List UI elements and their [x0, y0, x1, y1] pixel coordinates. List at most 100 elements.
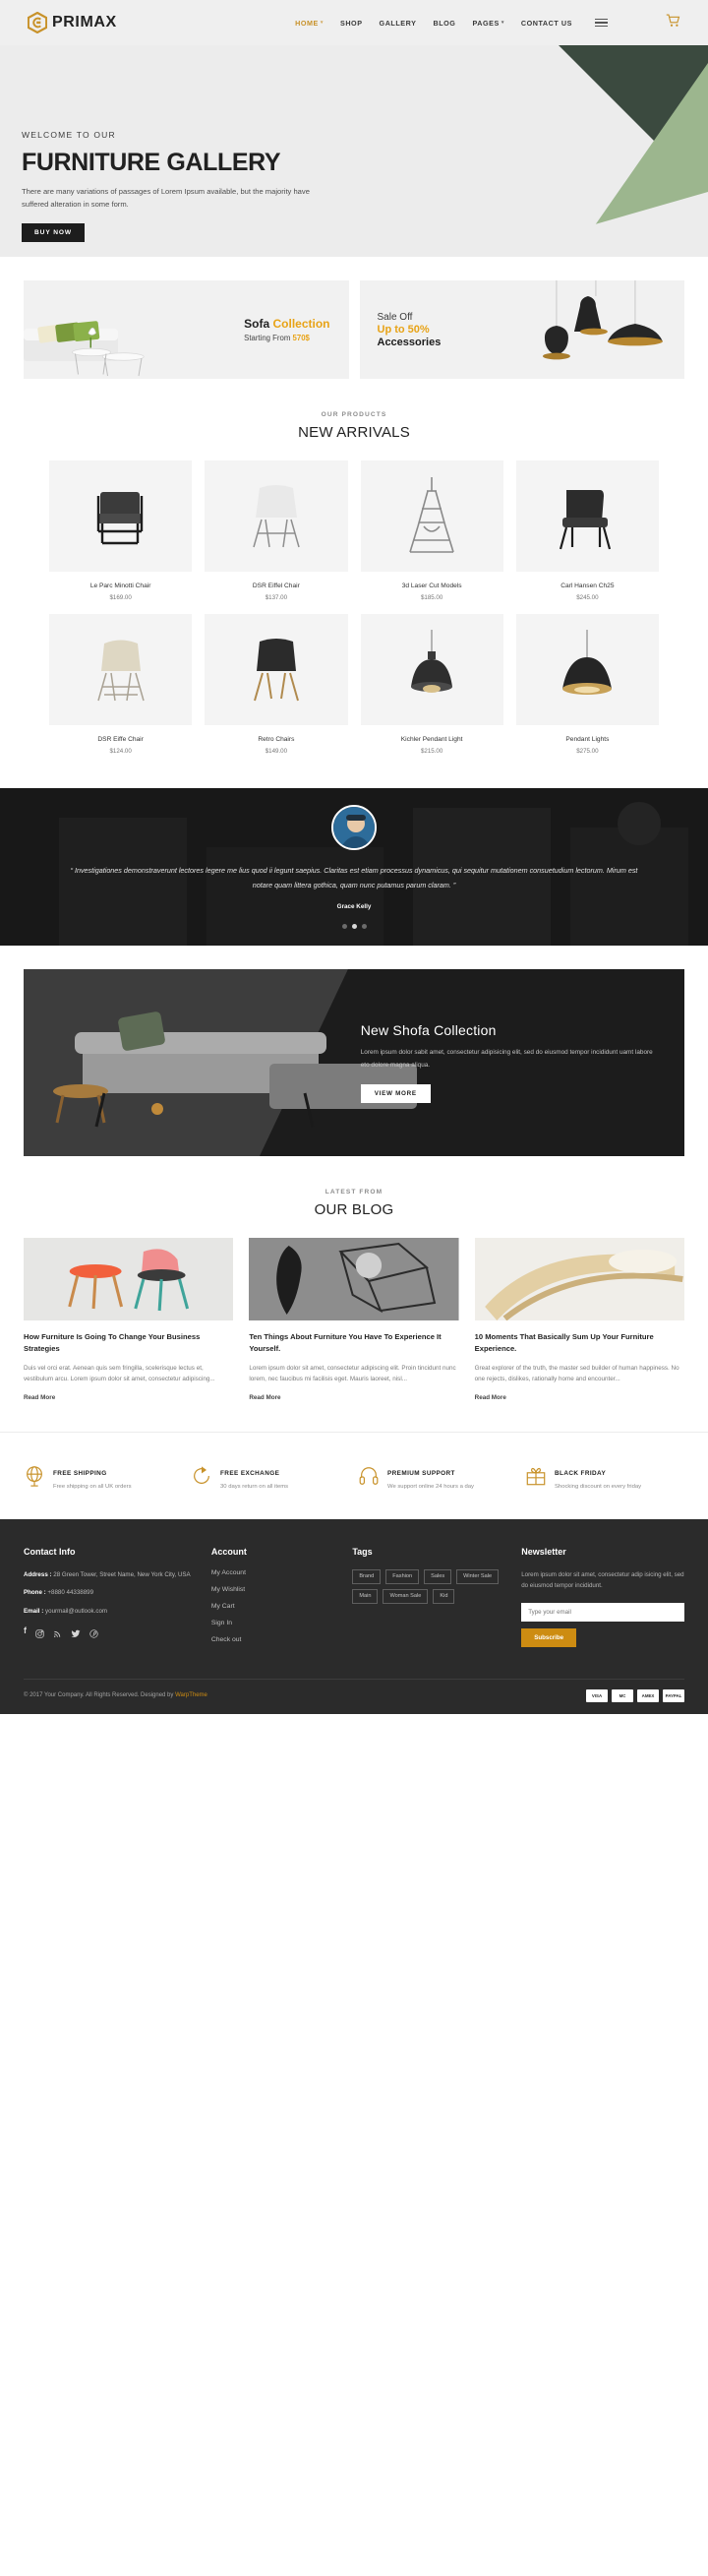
product-price: $169.00	[109, 594, 132, 601]
lounge-chair-black-icon	[560, 489, 612, 549]
promo-sub-text: Starting From	[244, 334, 291, 342]
feature-title: BLACK FRIDAY	[555, 1469, 607, 1477]
chevron-down-icon: ▾	[501, 20, 504, 26]
promo-sub-accent: 570$	[292, 334, 310, 342]
nav-item-blog[interactable]: BLOG	[433, 19, 455, 28]
nav-item-contact-us[interactable]: CONTACT US	[521, 19, 572, 28]
promo-line-2: Up to 50%	[377, 323, 430, 336]
pinterest-icon[interactable]	[89, 1625, 98, 1643]
testimonial-quote: “ Investigationes demonstraverunt lector…	[70, 865, 638, 889]
product-card[interactable]: Pendant Lights $275.00	[515, 614, 659, 755]
tag-fashion[interactable]: Fashion	[385, 1568, 420, 1584]
testimonial-author: Grace Kelly	[336, 903, 372, 911]
footer-link-my-wishlist[interactable]: My Wishlist	[211, 1586, 338, 1593]
carousel-dot[interactable]	[361, 924, 367, 930]
footer-link-my-cart[interactable]: My Cart	[211, 1603, 338, 1610]
feature-title: FREE EXCHANGE	[220, 1469, 280, 1477]
twitter-icon[interactable]	[71, 1625, 81, 1643]
newsletter-email-input[interactable]	[521, 1602, 684, 1622]
footer-link-my-account[interactable]: My Account	[211, 1569, 338, 1576]
shofa-section: New Shofa Collection Lorem ipsum dolor s…	[0, 946, 708, 1156]
facebook-icon[interactable]: f	[24, 1625, 27, 1643]
read-more-link[interactable]: Read More	[249, 1394, 280, 1401]
tag-woman-sale[interactable]: Woman Sale	[383, 1588, 429, 1604]
hero-subtitle: There are many variations of passages of…	[22, 187, 310, 210]
promo-accessories-sale[interactable]: Sale Off Up to 50% Accessories	[359, 280, 684, 379]
footer-bottom-bar: © 2017 Your Company. All Rights Reserved…	[24, 1678, 684, 1714]
tag-winter-sale[interactable]: Winter Sale	[456, 1568, 500, 1584]
product-thumbnail	[360, 460, 503, 572]
tag-sales[interactable]: Sales	[424, 1568, 452, 1584]
product-thumbnail	[49, 460, 193, 572]
product-card[interactable]: 3d Laser Cut Models $185.00	[360, 460, 503, 601]
promo-sofa-collection[interactable]: Sofa Collection Starting From 570$	[24, 280, 349, 379]
nav-item-gallery[interactable]: GALLERY	[380, 19, 417, 28]
read-more-link[interactable]: Read More	[475, 1394, 506, 1401]
blog-post-excerpt: Lorem ipsum dolor sit amet, consectetur …	[249, 1364, 456, 1383]
product-card[interactable]: DSR Eiffel Chair $137.00	[205, 460, 348, 601]
payment-amex-icon: AMEX	[637, 1688, 659, 1702]
product-name: Pendant Lights	[565, 736, 610, 743]
blog-supertitle: LATEST FROM	[324, 1189, 384, 1196]
payment-visa-icon: VISA	[586, 1688, 608, 1702]
view-more-button[interactable]: VIEW MORE	[360, 1083, 431, 1103]
product-card[interactable]: Carl Hansen Ch25 $245.00	[515, 460, 659, 601]
site-header: PRIMAX HOME ▾ SHOP GALLERY BLOG PAGES ▾ …	[0, 0, 708, 45]
copyright-link[interactable]: WarpTheme	[175, 1692, 207, 1698]
tag-main[interactable]: Main	[352, 1588, 379, 1604]
feature-item: FREE EXCHANGE 30 days return on all item…	[191, 1462, 350, 1490]
tag-brand[interactable]: Brand	[352, 1568, 382, 1584]
footer-link-check-out[interactable]: Check out	[211, 1636, 338, 1643]
payment-methods: VISA MC AMEX PAYPAL	[586, 1688, 684, 1702]
feature-subtitle: Shocking discount on every friday	[555, 1483, 642, 1490]
pendant-industrial-icon	[411, 629, 453, 693]
instagram-icon[interactable]	[35, 1625, 44, 1643]
blog-post[interactable]: Ten Things About Furniture You Have To E…	[249, 1238, 459, 1404]
footer-account-column: Account My Account My Wishlist My Cart S…	[211, 1547, 338, 1653]
nav-item-shop[interactable]: SHOP	[340, 19, 363, 28]
promo-title-accent: Collection	[272, 317, 330, 331]
blog-post[interactable]: 10 Moments That Basically Sum Up Your Fu…	[474, 1238, 684, 1404]
blog-post[interactable]: How Furniture Is Going To Change Your Bu…	[24, 1238, 234, 1404]
nav-item-home[interactable]: HOME ▾	[295, 19, 324, 28]
blog-thumbnail	[24, 1238, 234, 1320]
tag-kid[interactable]: Kid	[433, 1588, 455, 1604]
rss-icon[interactable]	[53, 1625, 62, 1643]
email-value: yourmail@outlook.com	[45, 1607, 108, 1615]
subscribe-button[interactable]: Subscribe	[521, 1627, 577, 1647]
blog-post-excerpt: Duis vel orci erat. Aenean quis sem frin…	[24, 1364, 215, 1383]
feature-title: FREE SHIPPING	[53, 1469, 107, 1477]
nav-item-pages[interactable]: PAGES ▾	[472, 19, 503, 28]
read-more-link[interactable]: Read More	[24, 1394, 55, 1401]
blog-thumbnail	[474, 1238, 684, 1320]
promo-title-dark: Sofa	[244, 317, 270, 331]
product-name: Kichler Pendant Light	[400, 736, 463, 743]
social-links: f	[24, 1625, 198, 1643]
newsletter-text: Lorem ipsum dolor sit amet, consectetur …	[521, 1570, 684, 1590]
hamburger-icon[interactable]	[595, 18, 608, 28]
shopping-cart-icon[interactable]	[666, 13, 680, 32]
tag-list: Brand Fashion Sales Winter Sale Main Wom…	[352, 1568, 500, 1604]
testimonial-pagination[interactable]	[341, 924, 367, 930]
blog-grid: How Furniture Is Going To Change Your Bu…	[0, 1238, 708, 1404]
chair-beige-icon	[96, 640, 145, 701]
footer-tags-column: Tags Brand Fashion Sales Winter Sale Mai…	[352, 1547, 507, 1653]
product-card[interactable]: DSR Eiffe Chair $124.00	[49, 614, 193, 755]
product-price: $275.00	[576, 748, 599, 755]
copyright-text: © 2017 Your Company. All Rights Reserved…	[24, 1692, 207, 1698]
product-card[interactable]: Retro Chairs $149.00	[205, 614, 348, 755]
copyright-pre: © 2017 Your Company. All Rights Reserved…	[24, 1692, 174, 1699]
carousel-dot[interactable]	[341, 924, 347, 930]
buy-now-button[interactable]: BUY NOW	[22, 222, 86, 242]
product-card[interactable]: Le Parc Minotti Chair $169.00	[49, 460, 193, 601]
brand-logo[interactable]: PRIMAX	[27, 11, 117, 34]
hero-title: FURNITURE GALLERY	[22, 149, 281, 176]
footer-link-sign-in[interactable]: Sign In	[211, 1620, 338, 1626]
shofa-text: Lorem ipsum dolor sabit amet, consectetu…	[360, 1049, 653, 1069]
product-card[interactable]: Kichler Pendant Light $215.00	[360, 614, 503, 755]
avatar	[331, 804, 377, 850]
product-thumbnail	[49, 614, 193, 725]
headset-icon	[358, 1465, 380, 1487]
carousel-dot-active[interactable]	[351, 924, 357, 930]
address-label: Address :	[24, 1570, 52, 1578]
